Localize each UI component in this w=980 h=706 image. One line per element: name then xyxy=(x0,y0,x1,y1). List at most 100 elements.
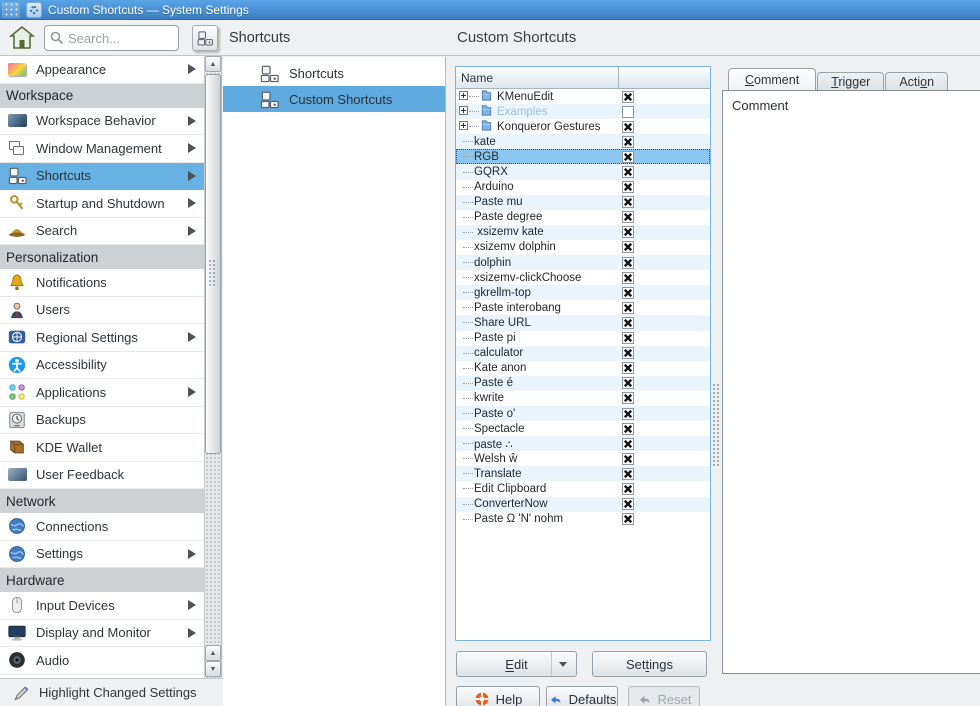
tree-row[interactable]: Paste o' xyxy=(456,406,710,421)
edit-button[interactable]: Edit xyxy=(456,651,577,677)
tree-row[interactable]: kate xyxy=(456,134,710,149)
checkbox-unchecked-icon[interactable] xyxy=(622,106,634,118)
sidebar-splitter-handle[interactable] xyxy=(208,259,217,287)
tree-row[interactable]: calculator xyxy=(456,346,710,361)
tree-row[interactable]: Welsh ŵ xyxy=(456,451,710,466)
column-header-name[interactable]: Name xyxy=(456,67,619,88)
sidebar-item-workspace-behavior[interactable]: Workspace Behavior xyxy=(0,108,204,136)
checkbox-checked-icon[interactable] xyxy=(622,392,634,404)
tree-row[interactable]: Kate anon xyxy=(456,361,710,376)
tree-row[interactable]: RGB xyxy=(456,149,710,164)
module-item-shortcuts[interactable]: Shortcuts xyxy=(223,60,445,86)
checkbox-checked-icon[interactable] xyxy=(622,241,634,253)
panel-splitter-handle[interactable] xyxy=(712,383,720,467)
checkbox-checked-icon[interactable] xyxy=(622,347,634,359)
tree-row[interactable]: paste ∴ xyxy=(456,436,710,451)
sidebar-item-window-management[interactable]: Window Management xyxy=(0,135,204,163)
expander-plus-icon[interactable] xyxy=(459,121,468,133)
sidebar-item-applications[interactable]: Applications xyxy=(0,379,204,407)
checkbox-checked-icon[interactable] xyxy=(622,438,634,450)
checkbox-checked-icon[interactable] xyxy=(622,226,634,238)
tree-group-row[interactable]: Konqueror Gestures xyxy=(456,119,710,134)
tab-action[interactable]: Action xyxy=(885,72,948,91)
checkbox-checked-icon[interactable] xyxy=(622,498,634,510)
checkbox-checked-icon[interactable] xyxy=(622,272,634,284)
settings-button[interactable]: Settings xyxy=(592,651,707,677)
checkbox-checked-icon[interactable] xyxy=(622,332,634,344)
checkbox-checked-icon[interactable] xyxy=(622,423,634,435)
tree-row[interactable]: Paste pi xyxy=(456,331,710,346)
home-button[interactable] xyxy=(8,25,36,51)
sidebar-item-regional-settings[interactable]: Regional Settings xyxy=(0,324,204,352)
reset-button[interactable]: Reset xyxy=(628,686,700,706)
checkbox-checked-icon[interactable] xyxy=(622,287,634,299)
tree-row[interactable]: Translate xyxy=(456,466,710,481)
tree-group-row[interactable]: KMenuEdit xyxy=(456,89,710,104)
checkbox-checked-icon[interactable] xyxy=(622,166,634,178)
checkbox-checked-icon[interactable] xyxy=(622,513,634,525)
sidebar-item-users[interactable]: Users xyxy=(0,297,204,325)
scroll-up-button-bottom[interactable]: ▲ xyxy=(205,645,221,661)
shortcuts-module-icon[interactable] xyxy=(192,25,218,51)
checkbox-checked-icon[interactable] xyxy=(622,181,634,193)
expander-plus-icon[interactable] xyxy=(459,106,468,118)
scroll-up-button[interactable]: ▲ xyxy=(205,56,221,72)
defaults-button[interactable]: Defaults xyxy=(546,686,618,706)
search-input[interactable] xyxy=(68,31,168,46)
tree-row[interactable]: Paste Ω 'N' nohm xyxy=(456,512,710,527)
checkbox-checked-icon[interactable] xyxy=(622,362,634,374)
checkbox-checked-icon[interactable] xyxy=(622,483,634,495)
expander-plus-icon[interactable] xyxy=(459,91,468,103)
checkbox-checked-icon[interactable] xyxy=(622,151,634,163)
tree-row[interactable]: kwrite xyxy=(456,391,710,406)
sidebar-item-user-feedback[interactable]: User Feedback xyxy=(0,462,204,490)
column-header-enabled[interactable] xyxy=(619,67,710,88)
checkbox-checked-icon[interactable] xyxy=(622,257,634,269)
sidebar-item-display-and-monitor[interactable]: Display and Monitor xyxy=(0,620,204,648)
tab-comment[interactable]: Comment xyxy=(728,68,816,91)
sidebar-item-kde-wallet[interactable]: KDE Wallet xyxy=(0,434,204,462)
checkbox-checked-icon[interactable] xyxy=(622,317,634,329)
scroll-down-button[interactable]: ▼ xyxy=(205,661,221,677)
tree-row[interactable]: xsizemv kate xyxy=(456,225,710,240)
tree-row[interactable]: Spectacle xyxy=(456,421,710,436)
tree-row[interactable]: Edit Clipboard xyxy=(456,481,710,496)
tree-row[interactable]: xsizemv dolphin xyxy=(456,240,710,255)
checkbox-checked-icon[interactable] xyxy=(622,377,634,389)
checkbox-checked-icon[interactable] xyxy=(622,196,634,208)
tree-row[interactable]: GQRX xyxy=(456,164,710,179)
sidebar-item-shortcuts[interactable]: Shortcuts xyxy=(0,163,204,191)
tree-row[interactable]: Paste mu xyxy=(456,195,710,210)
tree-row[interactable]: Share URL xyxy=(456,315,710,330)
sidebar-item-input-devices[interactable]: Input Devices xyxy=(0,592,204,620)
sidebar-item-connections[interactable]: Connections xyxy=(0,513,204,541)
sidebar-item-search[interactable]: Search xyxy=(0,218,204,246)
checkbox-checked-icon[interactable] xyxy=(622,121,634,133)
sidebar-item-settings[interactable]: Settings xyxy=(0,541,204,569)
tree-row[interactable]: dolphin xyxy=(456,255,710,270)
sidebar-item-accessibility[interactable]: Accessibility xyxy=(0,352,204,380)
module-item-custom-shortcuts[interactable]: Custom Shortcuts xyxy=(223,86,445,112)
sidebar-item-appearance[interactable]: Appearance xyxy=(0,56,204,84)
checkbox-checked-icon[interactable] xyxy=(622,453,634,465)
sidebar-item-startup-and-shutdown[interactable]: Startup and Shutdown xyxy=(0,190,204,218)
sidebar-scrollbar[interactable]: ▲ ▲ ▼ xyxy=(204,56,221,678)
checkbox-checked-icon[interactable] xyxy=(622,91,634,103)
help-button[interactable]: Help xyxy=(456,686,540,706)
tab-trigger[interactable]: Trigger xyxy=(817,72,884,91)
sidebar-item-backups[interactable]: Backups xyxy=(0,407,204,435)
tree-row[interactable]: Paste é xyxy=(456,376,710,391)
tree-group-row[interactable]: Examples xyxy=(456,104,710,119)
tree-row[interactable]: Arduino xyxy=(456,180,710,195)
sidebar-item-notifications[interactable]: Notifications xyxy=(0,269,204,297)
tree-row[interactable]: ConverterNow xyxy=(456,497,710,512)
checkbox-checked-icon[interactable] xyxy=(622,211,634,223)
edit-dropdown-caret[interactable] xyxy=(551,652,567,676)
checkbox-checked-icon[interactable] xyxy=(622,408,634,420)
highlight-changed-settings[interactable]: Highlight Changed Settings xyxy=(0,678,222,706)
tree-row[interactable]: Paste interobang xyxy=(456,300,710,315)
tree-row[interactable]: gkrellm-top xyxy=(456,285,710,300)
tree-row[interactable]: Paste degree xyxy=(456,210,710,225)
checkbox-checked-icon[interactable] xyxy=(622,302,634,314)
comment-textarea[interactable]: Comment xyxy=(722,90,980,674)
